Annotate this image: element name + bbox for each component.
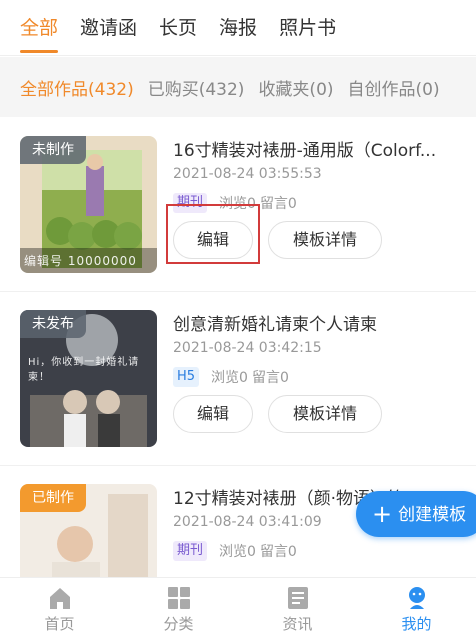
filter-self-created[interactable]: 自创作品(0) bbox=[348, 75, 440, 100]
nav-news[interactable]: 资讯 bbox=[238, 578, 357, 641]
type-tag: H5 bbox=[173, 367, 200, 387]
view-count: 浏览0 bbox=[211, 370, 248, 386]
work-card[interactable]: 未发布 Hi，你收到一封婚礼请柬！ 创意清新婚礼请柬个人请柬 2021-08-2… bbox=[0, 292, 476, 466]
type-tag: 期刊 bbox=[173, 541, 208, 561]
top-tab-bar: 全部 邀请函 长页 海报 照片书 bbox=[0, 0, 476, 56]
nav-home-label: 首页 bbox=[44, 615, 75, 633]
nav-category-label: 分类 bbox=[163, 615, 194, 633]
bottom-nav: 首页 分类 资讯 我的 bbox=[0, 577, 476, 641]
status-badge: 未制作 bbox=[20, 136, 86, 164]
work-meta: H5 浏览0 留言0 bbox=[173, 367, 289, 387]
tab-photo-book[interactable]: 照片书 bbox=[279, 0, 336, 56]
work-date: 2021-08-24 03:42:15 bbox=[173, 340, 322, 356]
nav-home[interactable]: 首页 bbox=[0, 578, 119, 641]
create-template-label: 创建模板 bbox=[398, 505, 467, 525]
tab-poster[interactable]: 海报 bbox=[219, 0, 257, 56]
template-detail-button[interactable]: 模板详情 bbox=[268, 395, 382, 433]
work-meta: 期刊 浏览0 留言0 bbox=[173, 541, 297, 561]
work-thumbnail[interactable]: 未制作 编辑号 10000000 bbox=[20, 136, 157, 273]
filter-purchased[interactable]: 已购买(432) bbox=[148, 75, 245, 100]
grid-icon bbox=[167, 587, 190, 609]
edit-button[interactable]: 编辑 bbox=[173, 395, 253, 433]
thumbnail-caption: 编辑号 10000000 bbox=[24, 254, 137, 268]
filter-all-works[interactable]: 全部作品(432) bbox=[20, 75, 134, 100]
status-badge: 已制作 bbox=[20, 484, 86, 512]
template-detail-button[interactable]: 模板详情 bbox=[268, 221, 382, 259]
comment-count: 留言0 bbox=[259, 196, 297, 212]
filter-bar: 全部作品(432) 已购买(432) 收藏夹(0) 自创作品(0) bbox=[0, 57, 476, 117]
tab-all[interactable]: 全部 bbox=[20, 0, 59, 56]
status-badge: 未发布 bbox=[20, 310, 86, 338]
highlight-box bbox=[166, 204, 260, 264]
tab-long-page[interactable]: 长页 bbox=[159, 0, 197, 56]
work-date: 2021-08-24 03:55:53 bbox=[173, 166, 322, 182]
work-title[interactable]: 16寸精装对裱册-通用版（Colorf... bbox=[173, 136, 463, 161]
work-title[interactable]: 创意清新婚礼请柬个人请柬 bbox=[173, 310, 463, 335]
tab-invitation[interactable]: 邀请函 bbox=[80, 0, 137, 56]
user-icon bbox=[408, 587, 425, 609]
news-icon bbox=[287, 587, 308, 609]
view-count: 浏览0 bbox=[219, 544, 256, 560]
comment-count: 留言0 bbox=[259, 544, 297, 560]
comment-count: 留言0 bbox=[251, 370, 289, 386]
work-thumbnail[interactable]: 未发布 Hi，你收到一封婚礼请柬！ bbox=[20, 310, 157, 447]
home-icon bbox=[49, 588, 70, 609]
nav-mine-label: 我的 bbox=[401, 615, 432, 633]
work-date: 2021-08-24 03:41:09 bbox=[173, 514, 322, 530]
filter-favorites[interactable]: 收藏夹(0) bbox=[258, 75, 333, 100]
nav-news-label: 资讯 bbox=[282, 615, 313, 633]
nav-category[interactable]: 分类 bbox=[119, 578, 238, 641]
work-card[interactable]: 未制作 编辑号 10000000 16寸精装对裱册-通用版（Colorf... … bbox=[0, 118, 476, 292]
create-template-button[interactable]: + 创建模板 bbox=[356, 491, 476, 537]
nav-mine[interactable]: 我的 bbox=[357, 578, 476, 641]
thumbnail-caption: Hi，你收到一封婚礼请柬！ bbox=[28, 357, 140, 383]
plus-icon: + bbox=[372, 500, 393, 528]
